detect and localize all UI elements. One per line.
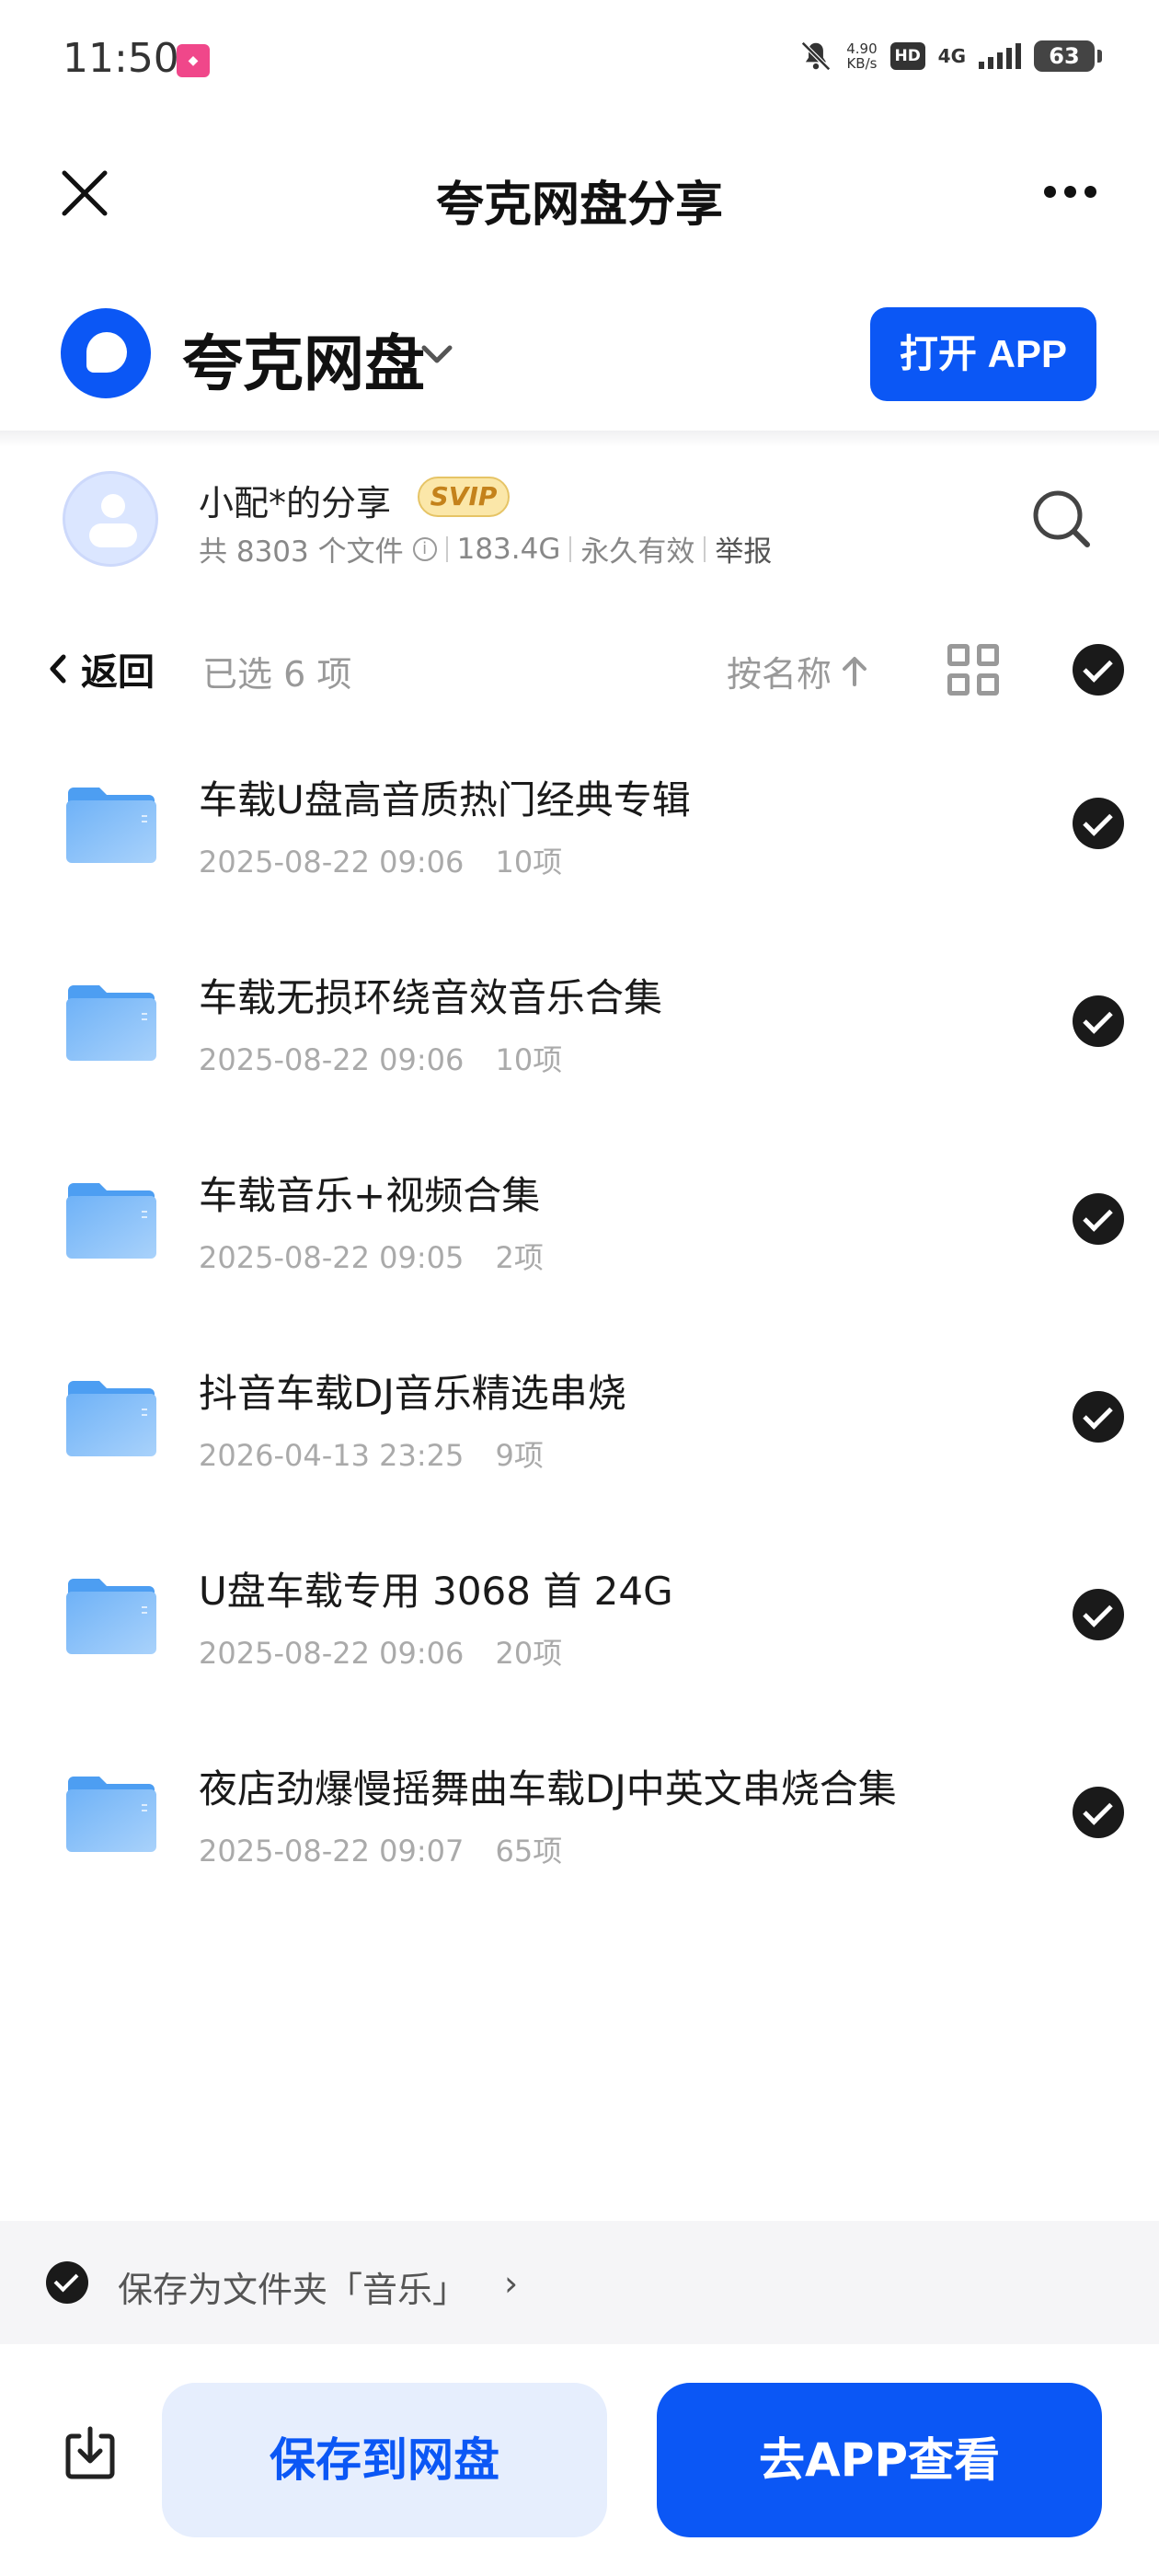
file-meta: 2026-04-13 23:25 9项 (199, 1432, 544, 1475)
meta-separator (704, 535, 706, 562)
file-name: U盘车载专用 3068 首 24G (199, 1569, 673, 1614)
file-row[interactable]: 抖音车载DJ音乐精选串烧 2026-04-13 23:25 9项 (0, 1329, 1159, 1527)
avatar[interactable] (63, 471, 158, 567)
file-meta: 2025-08-22 09:05 2项 (199, 1235, 544, 1277)
search-icon[interactable] (1030, 488, 1095, 552)
file-row[interactable]: 车载无损环绕音效音乐合集 2025-08-22 09:06 10项 (0, 934, 1159, 1132)
app-notification-icon: ◆ (177, 44, 210, 77)
status-time: 11:50 (63, 35, 179, 82)
brand-name[interactable]: 夸克网盘 (182, 315, 425, 403)
file-date: 2025-08-22 09:05 (199, 1240, 465, 1275)
file-row[interactable]: 夜店劲爆慢摇舞曲车载DJ中英文串烧合集 2025-08-22 09:07 65项 (0, 1725, 1159, 1923)
grid-view-icon[interactable] (947, 644, 999, 696)
file-item-count: 2项 (495, 1240, 544, 1275)
file-item-count: 9项 (495, 1438, 544, 1473)
view-in-app-button[interactable]: 去APP查看 (657, 2383, 1102, 2537)
file-checkbox[interactable] (1073, 1787, 1124, 1838)
chevron-right-icon[interactable]: › (504, 2263, 518, 2304)
brand-bar: 夸克网盘 打开 APP (0, 276, 1159, 432)
info-icon[interactable]: i (412, 536, 437, 561)
file-list: 车载U盘高音质热门经典专辑 2025-08-22 09:06 10项 车载无损环… (0, 736, 1159, 1923)
select-all-checkbox[interactable] (1073, 644, 1124, 696)
arrow-up-icon (843, 656, 867, 686)
bottom-action-bar: 保存到网盘 去APP查看 (0, 2344, 1159, 2576)
selected-count: 已选 6 项 (202, 654, 352, 695)
file-checkbox[interactable] (1073, 798, 1124, 849)
battery-icon: 63 (1034, 40, 1102, 72)
file-date: 2026-04-13 23:25 (199, 1438, 465, 1473)
net-speed: 4.90 KB/s (846, 41, 877, 71)
file-count: 共 8303 个文件 (199, 535, 404, 569)
file-row[interactable]: 车载音乐+视频合集 2025-08-22 09:05 2项 (0, 1132, 1159, 1329)
folder-icon (66, 1183, 156, 1259)
divider (0, 431, 1159, 447)
list-toolbar: 返回 已选 6 项 按名称 (0, 626, 1159, 708)
chevron-down-icon[interactable] (419, 340, 455, 368)
meta-separator (445, 535, 448, 562)
back-button[interactable]: 返回 (48, 642, 155, 696)
share-meta: 共 8303 个文件 i 183.4G 永久有效 举报 (199, 528, 772, 569)
file-item-count: 10项 (495, 1042, 563, 1077)
hd-badge: HD (889, 42, 925, 70)
open-app-button[interactable]: 打开 APP (870, 307, 1096, 401)
save-as-folder-option[interactable]: 保存为文件夹「音乐」 › (0, 2221, 1159, 2344)
signal-icon (979, 43, 1021, 69)
file-meta: 2025-08-22 09:06 20项 (199, 1630, 562, 1673)
file-checkbox[interactable] (1073, 1193, 1124, 1245)
folder-icon (66, 1777, 156, 1852)
file-name: 抖音车载DJ音乐精选串烧 (199, 1371, 626, 1416)
file-meta: 2025-08-22 09:06 10项 (199, 1037, 562, 1079)
net-speed-unit: KB/s (846, 55, 878, 72)
folder-icon (66, 1381, 156, 1456)
file-name: 车载U盘高音质热门经典专辑 (199, 777, 691, 822)
share-validity: 永久有效 (580, 535, 695, 569)
quark-logo-icon (61, 308, 151, 398)
meta-separator (569, 535, 572, 562)
file-name: 车载无损环绕音效音乐合集 (199, 975, 663, 1020)
sharer-info: 小配*的分享 SVIP 共 8303 个文件 i 183.4G 永久有效 举报 (0, 460, 1159, 589)
file-checkbox[interactable] (1073, 1391, 1124, 1443)
file-date: 2025-08-22 09:06 (199, 1042, 465, 1077)
back-label: 返回 (81, 651, 155, 694)
network-type: 4G (937, 45, 966, 67)
sharer-name: 小配*的分享 (199, 483, 392, 523)
file-date: 2025-08-22 09:06 (199, 845, 465, 880)
file-name: 车载音乐+视频合集 (199, 1173, 541, 1218)
save-to-drive-button[interactable]: 保存到网盘 (162, 2383, 607, 2537)
file-date: 2025-08-22 09:07 (199, 1834, 465, 1869)
more-icon[interactable] (1044, 186, 1096, 198)
mute-bell-icon (801, 41, 832, 71)
nav-header: 夸克网盘分享 (0, 138, 1159, 248)
file-meta: 2025-08-22 09:07 65项 (199, 1828, 562, 1870)
svip-badge: SVIP (418, 477, 510, 517)
file-row[interactable]: 车载U盘高音质热门经典专辑 2025-08-22 09:06 10项 (0, 736, 1159, 934)
share-size: 183.4G (456, 532, 561, 566)
file-row[interactable]: U盘车载专用 3068 首 24G 2025-08-22 09:06 20项 (0, 1527, 1159, 1725)
chevron-left-icon (50, 654, 66, 684)
file-meta: 2025-08-22 09:06 10项 (199, 839, 562, 881)
sort-label: 按名称 (727, 654, 832, 695)
file-checkbox[interactable] (1073, 995, 1124, 1047)
file-checkbox[interactable] (1073, 1589, 1124, 1640)
folder-icon (66, 788, 156, 863)
file-item-count: 10项 (495, 845, 563, 880)
report-link[interactable]: 举报 (715, 528, 772, 569)
page-title: 夸克网盘分享 (435, 178, 723, 233)
file-item-count: 65项 (495, 1834, 563, 1869)
file-item-count: 20项 (495, 1636, 563, 1671)
save-as-folder-checkbox[interactable] (46, 2261, 88, 2304)
folder-icon (66, 1579, 156, 1654)
download-icon[interactable] (61, 2423, 120, 2482)
status-indicators: 4.90 KB/s HD 4G 63 (798, 39, 1102, 74)
status-bar: 11:50 ◆ 4.90 KB/s HD 4G 63 (0, 0, 1159, 120)
folder-icon (66, 985, 156, 1061)
sort-button[interactable]: 按名称 (727, 646, 868, 696)
save-as-folder-text: 保存为文件夹「音乐」 (118, 2270, 468, 2310)
file-name: 夜店劲爆慢摇舞曲车载DJ中英文串烧合集 (199, 1766, 897, 1811)
file-date: 2025-08-22 09:06 (199, 1636, 465, 1671)
net-speed-value: 4.90 (846, 40, 878, 57)
